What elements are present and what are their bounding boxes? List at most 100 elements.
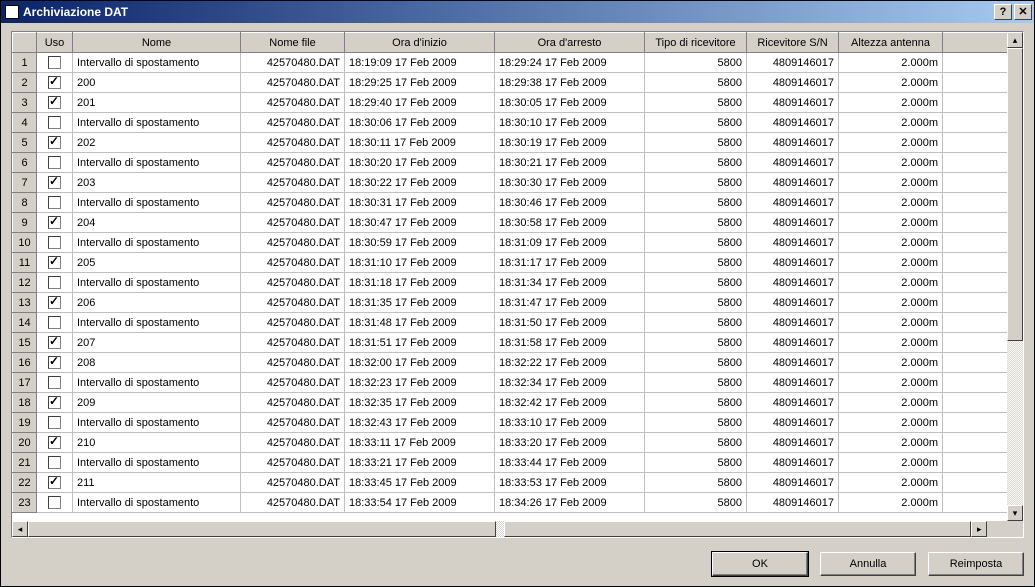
cell-stop[interactable]: 18:31:17 17 Feb 2009 [495, 253, 645, 273]
cell-file[interactable]: 42570480.DAT [241, 393, 345, 413]
cell-tipo[interactable]: 5800 [645, 453, 747, 473]
row-header[interactable]: 9 [13, 213, 37, 233]
cell-stop[interactable]: 18:30:58 17 Feb 2009 [495, 213, 645, 233]
cell-tipo[interactable]: 5800 [645, 393, 747, 413]
cell-tipo[interactable]: 5800 [645, 353, 747, 373]
cell-alt[interactable]: 2.000m [839, 473, 943, 493]
table-row[interactable]: 19Intervallo di spostamento42570480.DAT1… [13, 413, 1024, 433]
uso-checkbox[interactable] [48, 396, 61, 409]
cell-sn[interactable]: 4809146017 [747, 313, 839, 333]
cell-stop[interactable]: 18:33:20 17 Feb 2009 [495, 433, 645, 453]
cell-tipo[interactable]: 5800 [645, 113, 747, 133]
cell-file[interactable]: 42570480.DAT [241, 153, 345, 173]
cell-tipo[interactable]: 5800 [645, 213, 747, 233]
cell-uso[interactable] [37, 73, 73, 93]
uso-checkbox[interactable] [48, 436, 61, 449]
scroll-down-button[interactable]: ▾ [1007, 505, 1023, 521]
table-row[interactable]: 1320642570480.DAT18:31:35 17 Feb 200918:… [13, 293, 1024, 313]
cell-start[interactable]: 18:33:45 17 Feb 2009 [345, 473, 495, 493]
row-header[interactable]: 12 [13, 273, 37, 293]
cell-file[interactable]: 42570480.DAT [241, 253, 345, 273]
table-row[interactable]: 220042570480.DAT18:29:25 17 Feb 200918:2… [13, 73, 1024, 93]
scroll-up-button[interactable]: ▴ [1007, 32, 1023, 48]
row-header[interactable]: 11 [13, 253, 37, 273]
cell-sn[interactable]: 4809146017 [747, 153, 839, 173]
table-row[interactable]: 14Intervallo di spostamento42570480.DAT1… [13, 313, 1024, 333]
uso-checkbox[interactable] [48, 336, 61, 349]
cell-file[interactable]: 42570480.DAT [241, 333, 345, 353]
cell-stop[interactable]: 18:31:58 17 Feb 2009 [495, 333, 645, 353]
col-header-stop[interactable]: Ora d'arresto [495, 33, 645, 53]
cell-file[interactable]: 42570480.DAT [241, 453, 345, 473]
cell-stop[interactable]: 18:30:19 17 Feb 2009 [495, 133, 645, 153]
cancel-button[interactable]: Annulla [820, 552, 916, 576]
table-row[interactable]: 1820942570480.DAT18:32:35 17 Feb 200918:… [13, 393, 1024, 413]
cell-start[interactable]: 18:30:20 17 Feb 2009 [345, 153, 495, 173]
row-header[interactable]: 5 [13, 133, 37, 153]
cell-uso[interactable] [37, 53, 73, 73]
row-header[interactable]: 19 [13, 413, 37, 433]
uso-checkbox[interactable] [48, 296, 61, 309]
cell-file[interactable]: 42570480.DAT [241, 313, 345, 333]
cell-sn[interactable]: 4809146017 [747, 413, 839, 433]
cell-alt[interactable]: 2.000m [839, 253, 943, 273]
cell-sn[interactable]: 4809146017 [747, 133, 839, 153]
table-row[interactable]: 17Intervallo di spostamento42570480.DAT1… [13, 373, 1024, 393]
cell-tipo[interactable]: 5800 [645, 373, 747, 393]
uso-checkbox[interactable] [48, 196, 61, 209]
cell-stop[interactable]: 18:33:53 17 Feb 2009 [495, 473, 645, 493]
cell-tipo[interactable]: 5800 [645, 173, 747, 193]
cell-stop[interactable]: 18:29:38 17 Feb 2009 [495, 73, 645, 93]
cell-tipo[interactable]: 5800 [645, 413, 747, 433]
vertical-scroll-track[interactable] [1007, 341, 1023, 505]
row-header[interactable]: 6 [13, 153, 37, 173]
cell-uso[interactable] [37, 93, 73, 113]
cell-stop[interactable]: 18:32:22 17 Feb 2009 [495, 353, 645, 373]
cell-file[interactable]: 42570480.DAT [241, 293, 345, 313]
cell-uso[interactable] [37, 133, 73, 153]
cell-stop[interactable]: 18:33:44 17 Feb 2009 [495, 453, 645, 473]
cell-uso[interactable] [37, 333, 73, 353]
row-header[interactable]: 2 [13, 73, 37, 93]
row-header[interactable]: 7 [13, 173, 37, 193]
cell-nome[interactable]: 205 [73, 253, 241, 273]
vertical-scrollbar[interactable]: ▴ ▾ [1007, 32, 1023, 521]
cell-start[interactable]: 18:31:18 17 Feb 2009 [345, 273, 495, 293]
cell-uso[interactable] [37, 193, 73, 213]
uso-checkbox[interactable] [48, 116, 61, 129]
cell-tipo[interactable]: 5800 [645, 313, 747, 333]
cell-start[interactable]: 18:31:35 17 Feb 2009 [345, 293, 495, 313]
table-row[interactable]: 1620842570480.DAT18:32:00 17 Feb 200918:… [13, 353, 1024, 373]
ok-button[interactable]: OK [712, 552, 808, 576]
uso-checkbox[interactable] [48, 136, 61, 149]
cell-tipo[interactable]: 5800 [645, 193, 747, 213]
cell-sn[interactable]: 4809146017 [747, 113, 839, 133]
cell-alt[interactable]: 2.000m [839, 73, 943, 93]
row-header[interactable]: 22 [13, 473, 37, 493]
table-row[interactable]: 2021042570480.DAT18:33:11 17 Feb 200918:… [13, 433, 1024, 453]
row-header[interactable]: 14 [13, 313, 37, 333]
uso-checkbox[interactable] [48, 316, 61, 329]
cell-uso[interactable] [37, 373, 73, 393]
cell-alt[interactable]: 2.000m [839, 353, 943, 373]
cell-file[interactable]: 42570480.DAT [241, 133, 345, 153]
uso-checkbox[interactable] [48, 496, 61, 509]
cell-start[interactable]: 18:30:06 17 Feb 2009 [345, 113, 495, 133]
row-header[interactable]: 21 [13, 453, 37, 473]
cell-alt[interactable]: 2.000m [839, 113, 943, 133]
cell-file[interactable]: 42570480.DAT [241, 213, 345, 233]
table-row[interactable]: 920442570480.DAT18:30:47 17 Feb 200918:3… [13, 213, 1024, 233]
row-header[interactable]: 17 [13, 373, 37, 393]
row-header[interactable]: 20 [13, 433, 37, 453]
uso-checkbox[interactable] [48, 256, 61, 269]
cell-start[interactable]: 18:30:22 17 Feb 2009 [345, 173, 495, 193]
close-button[interactable]: ✕ [1014, 4, 1032, 20]
uso-checkbox[interactable] [48, 216, 61, 229]
cell-nome[interactable]: Intervallo di spostamento [73, 193, 241, 213]
cell-uso[interactable] [37, 393, 73, 413]
cell-start[interactable]: 18:29:40 17 Feb 2009 [345, 93, 495, 113]
cell-uso[interactable] [37, 213, 73, 233]
cell-tipo[interactable]: 5800 [645, 133, 747, 153]
cell-file[interactable]: 42570480.DAT [241, 273, 345, 293]
table-row[interactable]: 10Intervallo di spostamento42570480.DAT1… [13, 233, 1024, 253]
